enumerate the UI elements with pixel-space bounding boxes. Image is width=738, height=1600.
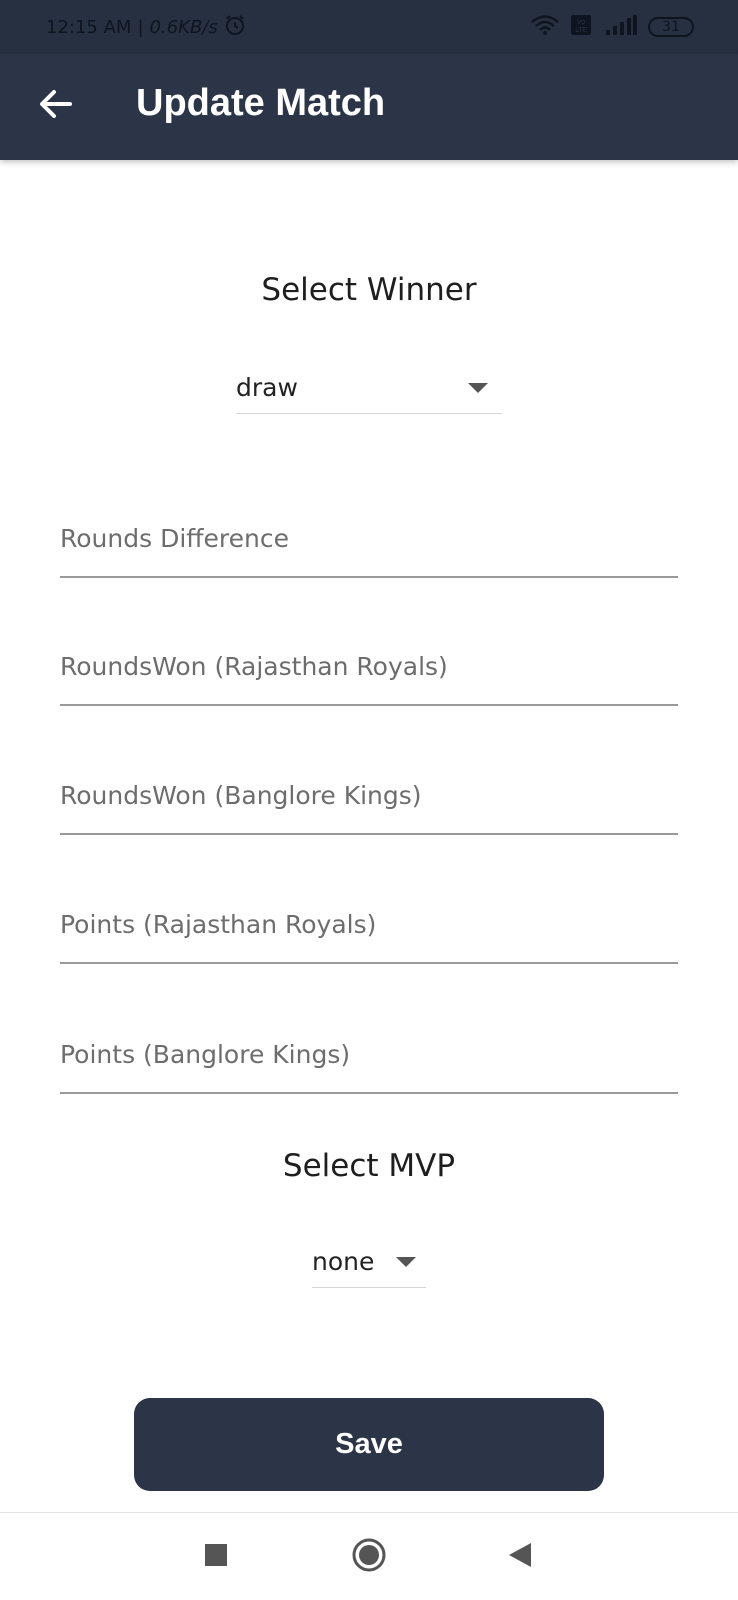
status-left: 12:15 AM | 0.6KB/s — [46, 14, 246, 41]
app-bar: Update Match — [0, 54, 738, 160]
rounds-won-team1-field[interactable] — [60, 636, 678, 706]
winner-selected-value: draw — [236, 373, 298, 402]
mvp-selected-value: none — [312, 1247, 375, 1276]
alarm-icon — [224, 14, 246, 41]
save-button[interactable]: Save — [134, 1398, 604, 1491]
back-triangle-icon — [507, 1541, 533, 1573]
winner-dropdown[interactable]: draw — [236, 362, 502, 414]
rounds-difference-field[interactable] — [60, 508, 678, 578]
status-bar: 12:15 AM | 0.6KB/s Vo LTE 31 — [0, 0, 738, 54]
svg-text:Vo: Vo — [577, 18, 586, 26]
rounds-won-team2-field[interactable] — [60, 765, 678, 835]
volte-icon: Vo LTE — [570, 14, 592, 40]
status-separator: | — [137, 16, 144, 38]
points-team2-input[interactable] — [60, 1024, 678, 1084]
signal-icon — [602, 14, 638, 40]
status-speed: 0.6KB/s — [149, 16, 218, 38]
system-nav-bar — [0, 1512, 738, 1600]
recents-button[interactable] — [194, 1535, 238, 1579]
battery-icon: 31 — [648, 17, 694, 37]
points-team2-field[interactable] — [60, 1024, 678, 1094]
mvp-dropdown[interactable]: none — [312, 1236, 426, 1288]
rounds-won-team2-input[interactable] — [60, 765, 678, 825]
svg-text:LTE: LTE — [575, 26, 587, 34]
arrow-left-icon — [38, 89, 72, 123]
system-back-button[interactable] — [498, 1535, 542, 1579]
wifi-icon — [530, 14, 560, 40]
home-circle-icon — [351, 1537, 387, 1577]
points-team1-field[interactable] — [60, 894, 678, 964]
rounds-won-team1-input[interactable] — [60, 636, 678, 696]
back-button[interactable] — [30, 81, 80, 131]
select-mvp-heading: Select MVP — [282, 1148, 456, 1184]
recents-square-icon — [204, 1543, 228, 1571]
home-button[interactable] — [347, 1535, 391, 1579]
points-team1-input[interactable] — [60, 894, 678, 954]
chevron-down-icon — [468, 382, 488, 393]
page-title: Update Match — [136, 82, 386, 124]
chevron-down-icon — [396, 1256, 416, 1267]
status-right: Vo LTE 31 — [530, 14, 694, 40]
select-winner-heading: Select Winner — [261, 272, 477, 308]
status-time: 12:15 AM — [46, 16, 132, 38]
rounds-difference-input[interactable] — [60, 508, 678, 568]
